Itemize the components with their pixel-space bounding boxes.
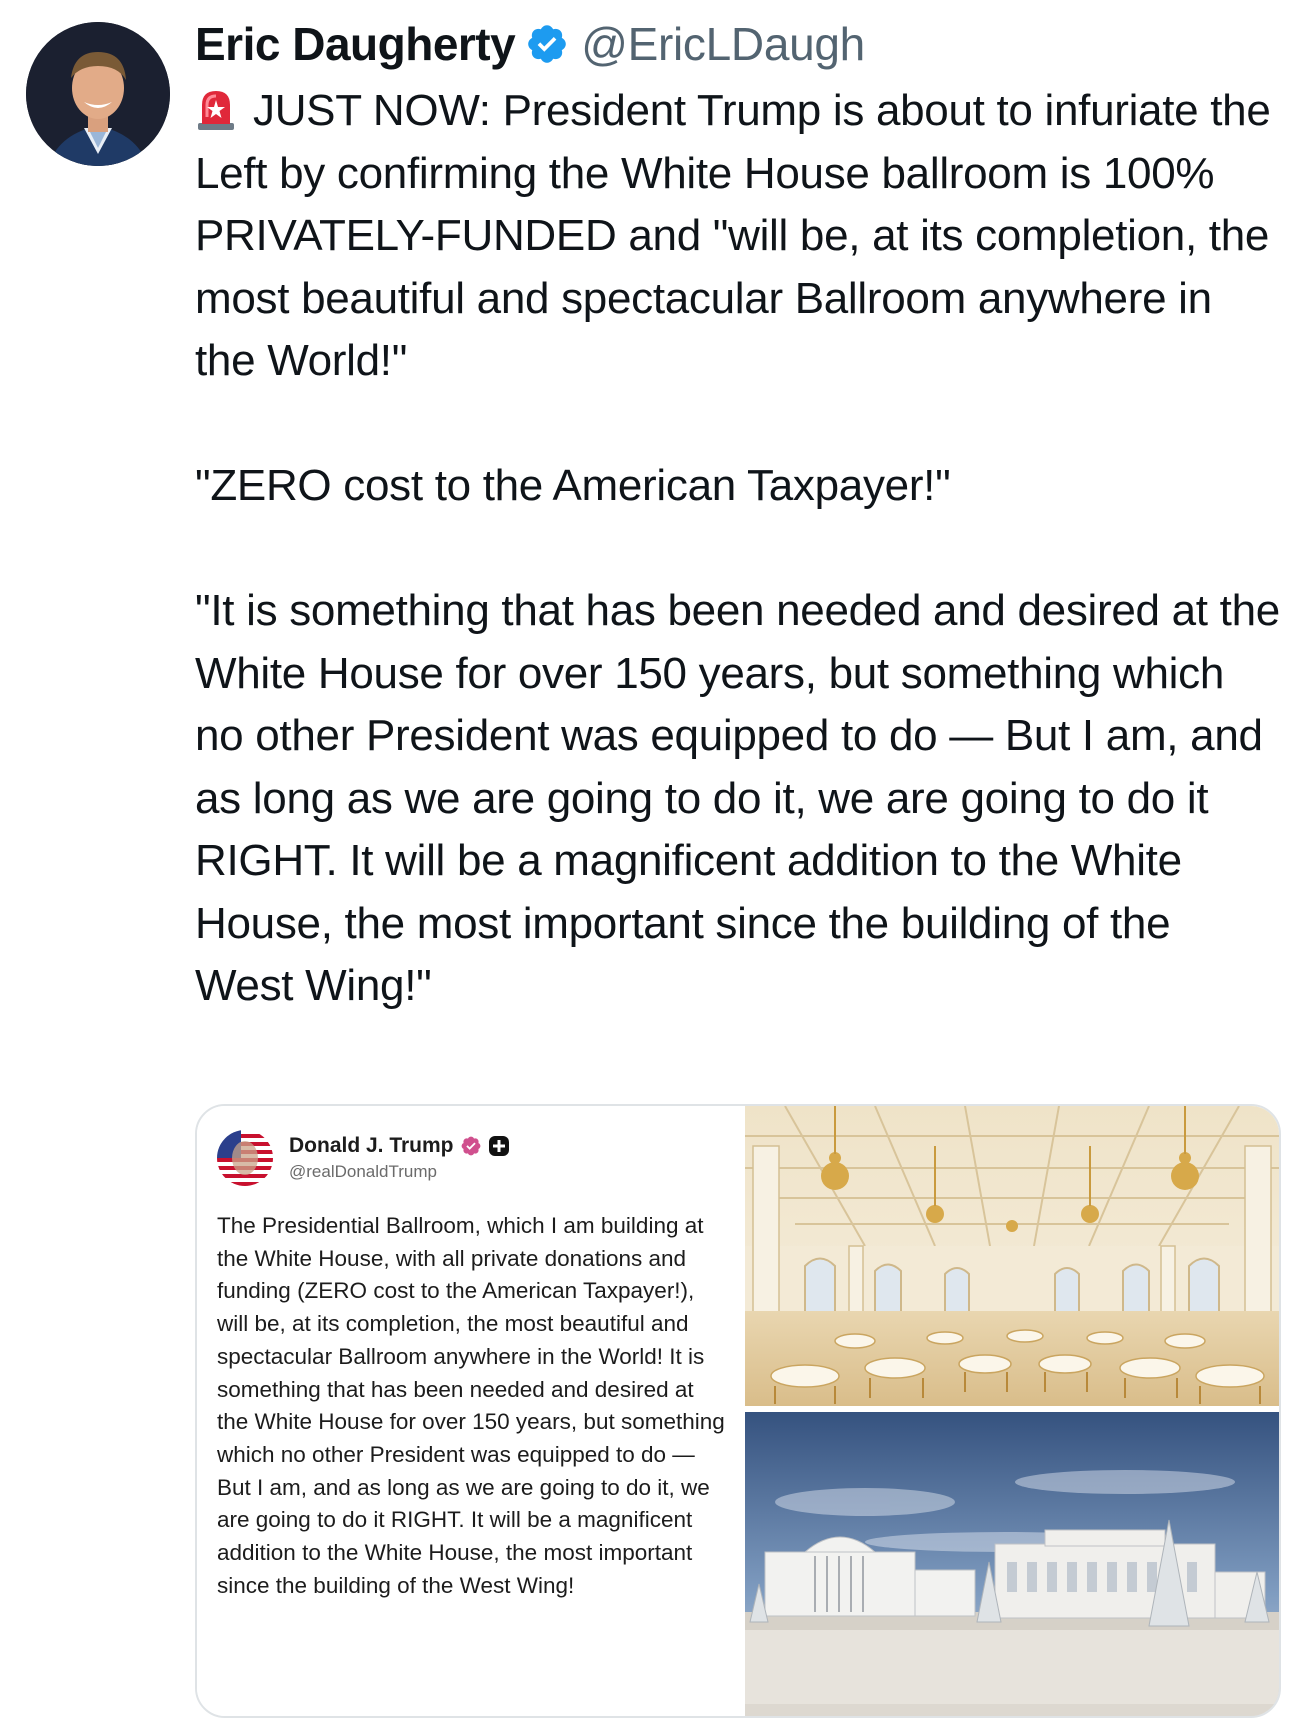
tweet-paragraph-1: JUST NOW: President Trump is about to in… <box>195 80 1280 393</box>
author-display-name[interactable]: Eric Daugherty <box>195 17 516 71</box>
author-avatar-image <box>26 22 170 166</box>
tweet-header: Eric Daugherty @EricLDaugh <box>195 14 865 74</box>
tweet-paragraph-1-text: JUST NOW: President Trump is about to in… <box>195 86 1271 385</box>
embedded-handle: @realDonaldTrump <box>289 1162 437 1181</box>
card-images <box>745 1106 1279 1716</box>
truth-verified-icon <box>461 1136 480 1156</box>
embedded-display-name-text: Donald J. Trump <box>289 1134 454 1157</box>
verified-badge-icon <box>528 25 567 63</box>
embedded-post-body: The Presidential Ballroom, which I am bu… <box>217 1213 725 1598</box>
embedded-avatar <box>217 1130 273 1186</box>
truth-social-screenshot[interactable]: Donald J. Trump @realDonaldTrump The Pre… <box>197 1106 743 1716</box>
ballroom-interior-image[interactable] <box>745 1106 1279 1406</box>
white-house-exterior-illustration <box>745 1412 1279 1716</box>
author-handle[interactable]: @EricLDaugh <box>581 17 865 71</box>
siren-emoji-icon <box>198 91 234 130</box>
flag-portrait-icon <box>217 1130 273 1186</box>
tweet-paragraph-2: "ZERO cost to the American Taxpayer!" <box>195 461 951 510</box>
plus-badge-icon <box>488 1136 509 1156</box>
tweet-text: JUST NOW: President Trump is about to in… <box>195 80 1280 1018</box>
media-card[interactable]: Donald J. Trump @realDonaldTrump The Pre… <box>195 1104 1281 1718</box>
ballroom-interior-illustration <box>745 1106 1279 1406</box>
white-house-exterior-image[interactable] <box>745 1412 1279 1716</box>
author-avatar[interactable] <box>26 22 170 166</box>
embedded-display-name: Donald J. Trump <box>289 1134 510 1158</box>
tweet-paragraph-3: "It is something that has been needed an… <box>195 586 1280 1010</box>
